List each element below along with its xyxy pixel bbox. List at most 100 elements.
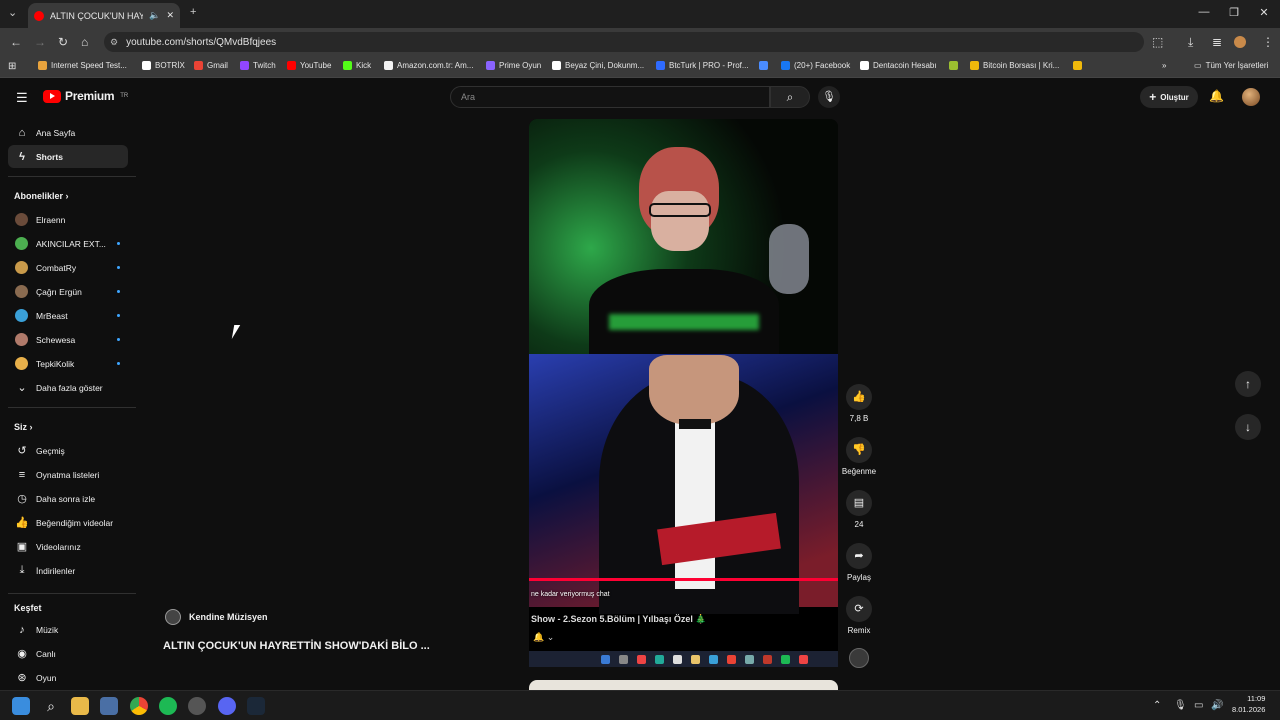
tray-volume-icon[interactable]: 🔊 (1211, 700, 1223, 711)
new-content-dot (117, 266, 120, 269)
sidebar-item-explore[interactable]: ⊛ Oyun (8, 666, 128, 689)
channel-name[interactable]: Kendine Müzisyen (189, 612, 268, 622)
bookmarks-overflow-icon[interactable]: » (1162, 61, 1166, 70)
you-heading[interactable]: Siz › (14, 422, 33, 432)
tray-overflow-icon[interactable]: ⌃ (1153, 700, 1161, 711)
bookmark-item[interactable] (949, 61, 962, 70)
profile-icon[interactable] (1234, 36, 1246, 48)
tab-search-icon[interactable]: ⌄ (8, 6, 17, 19)
speaker-icon[interactable]: 🔈 (149, 10, 160, 21)
short-channel-info[interactable]: Kendine Müzisyen (165, 609, 268, 625)
sidebar-item-you[interactable]: ≡ Oynatma listeleri (8, 463, 128, 486)
short-title[interactable]: ALTIN ÇOCUK'UN HAYRETTİN SHOW'DAKİ BİLO … (163, 640, 430, 652)
bookmark-item[interactable]: YouTube (287, 61, 331, 70)
sidebar-subscription[interactable]: MrBeast (8, 304, 128, 327)
bookmark-item[interactable]: Amazon.com.tr: Am... (384, 61, 473, 70)
sidebar-subscription[interactable]: AKINCILAR EXT... (8, 232, 128, 255)
subscriptions-heading[interactable]: Abonelikler › (14, 191, 69, 201)
sidebar-item-explore[interactable]: ♪ Müzik (8, 618, 128, 641)
notifications-bell-icon[interactable]: 🔔 (1209, 89, 1224, 103)
maximize-icon[interactable]: ❐ (1224, 6, 1244, 19)
dislike-button[interactable]: 👎 Beğenme (840, 437, 878, 476)
voice-search-button[interactable]: 🎙 (818, 86, 840, 108)
account-avatar[interactable] (1242, 88, 1260, 106)
close-window-icon[interactable]: ✕ (1254, 6, 1274, 19)
shorts-video-player[interactable]: ne kadar veriyormuş chat Show - 2.Sezon … (529, 119, 838, 667)
remix-button[interactable]: ⟳ Remix (840, 596, 878, 635)
sidebar-item-shorts[interactable]: ϟ Shorts (8, 145, 128, 168)
next-short-button[interactable]: ↓ (1235, 414, 1261, 440)
sidebar-subscription[interactable]: Çağrı Ergün (8, 280, 128, 303)
all-bookmarks[interactable]: ▭ Tüm Yer İşaretleri (1194, 61, 1268, 70)
comments-button[interactable]: ▤ 24 (840, 490, 878, 529)
channel-avatar[interactable] (165, 609, 181, 625)
sidebar-item-explore[interactable]: ◉ Canlı (8, 642, 128, 665)
youtube-logo[interactable]: Premium TR (43, 89, 128, 103)
dislike-label: Beğenme (841, 467, 877, 476)
sidebar-item-you[interactable]: 👍 Beğendiğim videolar (8, 511, 128, 534)
hamburger-menu-icon[interactable]: ☰ (16, 90, 28, 106)
minimize-icon[interactable]: — (1194, 6, 1214, 18)
apps-grid-icon[interactable]: ⊞ (8, 61, 16, 72)
obs-icon[interactable] (188, 697, 206, 715)
forward-icon[interactable]: → (34, 35, 46, 49)
bookmark-item[interactable]: Dentacoin Hesabı (860, 61, 937, 70)
search-input[interactable]: Ara (450, 86, 770, 108)
search-button[interactable]: ⌕ (770, 86, 810, 108)
spotify-icon[interactable] (159, 697, 177, 715)
back-icon[interactable]: ← (10, 35, 22, 49)
bookmark-favicon-icon (949, 61, 958, 70)
sound-channel-avatar[interactable] (849, 648, 869, 668)
tray-mic-icon[interactable]: 🎙 (1174, 700, 1187, 711)
site-info-icon[interactable]: ⚙ (110, 37, 118, 48)
taskbar-clock[interactable]: 11:09 8.01.2026 (1232, 693, 1265, 715)
like-button[interactable]: 👍 7,8 B (840, 384, 878, 423)
steam-icon[interactable] (247, 697, 265, 715)
create-button[interactable]: + Oluştur (1140, 86, 1198, 108)
downloads-icon[interactable]: ⤓ (1188, 35, 1193, 50)
discord-icon[interactable] (218, 697, 236, 715)
browser-tab[interactable]: ALTIN ÇOCUK'UN HAYRETTİ 🔈 ✕ (28, 3, 180, 28)
home-browser-icon[interactable]: ⌂ (81, 35, 88, 49)
windows-start-icon[interactable] (12, 697, 30, 715)
menu-dots-icon[interactable]: ⋮ (1262, 35, 1274, 49)
sidebar-subscription[interactable]: Schewesa (8, 328, 128, 351)
bookmark-item[interactable]: Beyaz Çini, Dokunm... (552, 61, 644, 70)
show-more-button[interactable]: ⌄ Daha fazla göster (8, 376, 128, 399)
bookmark-item[interactable]: BtcTurk | PRO - Prof... (656, 61, 749, 70)
video-progress-bar[interactable] (529, 578, 838, 581)
sidebar-item-you[interactable]: ▣ Videolarınız (8, 535, 128, 558)
bookmark-item[interactable] (759, 61, 772, 70)
sidebar-item-you[interactable]: ◷ Daha sonra izle (8, 487, 128, 510)
tray-display-icon[interactable]: ▭ (1194, 700, 1203, 711)
media-icon[interactable]: ≣ (1212, 35, 1222, 49)
file-explorer-icon[interactable] (71, 697, 89, 715)
sidebar-item-you[interactable]: ⤓ İndirilenler (8, 559, 128, 582)
sidebar-subscription[interactable]: TepkiKolik (8, 352, 128, 375)
bookmark-item[interactable]: Internet Speed Test... (38, 61, 127, 70)
bookmark-item[interactable]: (20+) Facebook (781, 61, 850, 70)
sidebar-subscription[interactable]: Elraenn (8, 208, 128, 231)
bookmark-item[interactable]: Gmail (194, 61, 228, 70)
extensions-icon[interactable]: ⬚ (1152, 35, 1163, 49)
new-tab-icon[interactable]: + (190, 6, 196, 18)
taskbar-search-icon[interactable]: ⌕ (42, 697, 60, 715)
bookmark-item[interactable]: Kick (343, 61, 371, 70)
chrome-icon[interactable] (130, 697, 148, 715)
bookmark-item[interactable]: Twitch (240, 61, 276, 70)
address-bar[interactable]: ⚙ youtube.com/shorts/QMvdBfqjees (104, 32, 1144, 52)
previous-short-button[interactable]: ↑ (1235, 371, 1261, 397)
channel-avatar (15, 333, 28, 346)
bookmark-item[interactable]: BOTRİX (142, 61, 185, 70)
bookmark-item[interactable]: Prime Oyun (486, 61, 541, 70)
sidebar-subscription[interactable]: CombatRy (8, 256, 128, 279)
bookmark-item[interactable]: Bitcoin Borsası | Kri... (970, 61, 1059, 70)
store-icon[interactable] (100, 697, 118, 715)
share-button[interactable]: ➦ Paylaş (840, 543, 878, 582)
bookmark-item[interactable] (1073, 61, 1086, 70)
tab-close-icon[interactable]: ✕ (166, 10, 174, 21)
sidebar-item-you[interactable]: ↺ Geçmiş (8, 439, 128, 462)
sidebar-item-home[interactable]: ⌂ Ana Sayfa (8, 121, 128, 144)
reload-icon[interactable]: ↻ (58, 35, 68, 49)
streamer-face (651, 191, 709, 251)
